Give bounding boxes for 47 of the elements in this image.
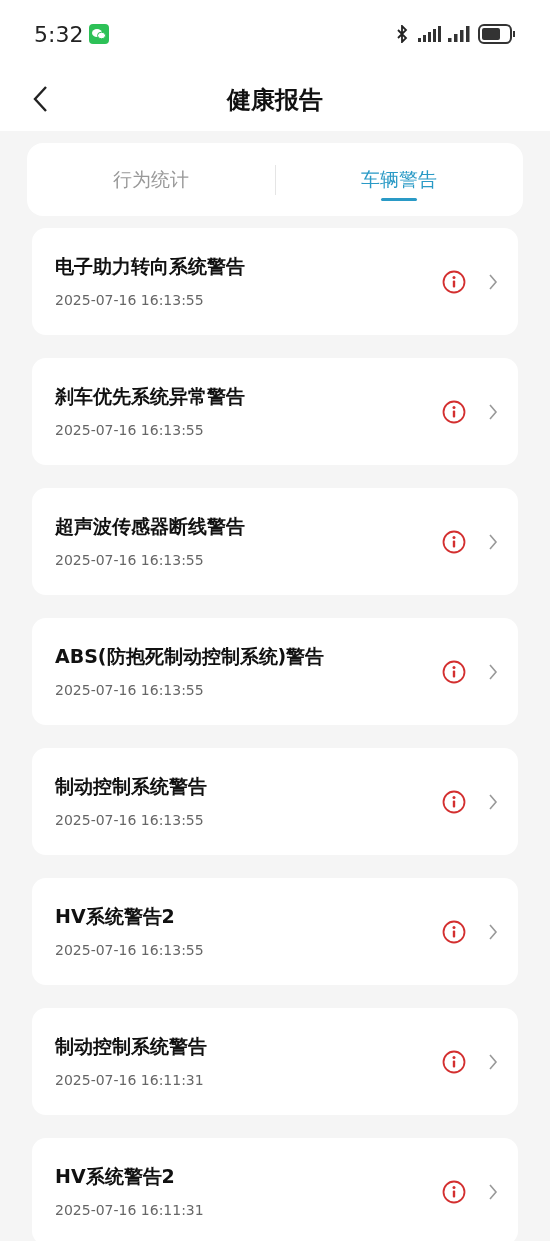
warning-title: ABS(防抱死制动控制系统)警告 [55,643,326,669]
warning-time: 2025-07-16 16:11:31 [55,1070,205,1090]
warning-time: 2025-07-16 16:13:55 [55,290,205,310]
bluetooth-icon [396,25,408,43]
warning-title: 超声波传感器断线警告 [55,513,246,539]
warning-time: 2025-07-16 16:13:55 [55,550,205,570]
warning-title: HV系统警告2 [55,903,176,929]
warning-title: 制动控制系统警告 [55,773,208,799]
info-icon [442,659,466,684]
warning-time: 2025-07-16 16:13:55 [55,420,205,440]
chevron-right-icon [488,662,498,681]
info-icon [442,399,466,424]
chevron-right-icon [488,272,498,291]
warning-time: 2025-07-16 16:11:31 [55,1200,205,1220]
warning-time: 2025-07-16 16:13:55 [55,810,205,830]
warning-card[interactable]: 刹车优先系统异常警告 2025-07-16 16:13:55 [32,358,518,465]
warning-title: 刹车优先系统异常警告 [55,383,246,409]
info-icon [442,529,466,554]
chevron-right-icon [488,1052,498,1071]
info-icon [442,919,466,944]
info-icon [442,1179,466,1204]
signal-icon [448,26,472,42]
warning-card[interactable]: 制动控制系统警告 2025-07-16 16:13:55 [32,748,518,855]
battery-icon [478,24,516,44]
chevron-right-icon [488,402,498,421]
warning-title: HV系统警告2 [55,1163,176,1189]
warning-time: 2025-07-16 16:13:55 [55,680,205,700]
warning-card[interactable]: 超声波传感器断线警告 2025-07-16 16:13:55 [32,488,518,595]
warning-card[interactable]: 制动控制系统警告 2025-07-16 16:11:31 [32,1008,518,1115]
chevron-right-icon [488,922,498,941]
info-icon [442,269,466,294]
warning-card[interactable]: ABS(防抱死制动控制系统)警告 2025-07-16 16:13:55 [32,618,518,725]
info-icon [442,1049,466,1074]
back-icon [32,85,48,113]
warning-time: 2025-07-16 16:13:55 [55,940,205,960]
chevron-right-icon [488,792,498,811]
warning-title: 制动控制系统警告 [55,1033,208,1059]
warning-card[interactable]: HV系统警告2 2025-07-16 16:11:31 [32,1138,518,1241]
warning-card[interactable]: HV系统警告2 2025-07-16 16:13:55 [32,878,518,985]
warning-title: 电子助力转向系统警告 [55,253,246,279]
chevron-right-icon [488,532,498,551]
chevron-right-icon [488,1182,498,1201]
page-title: 健康报告 [227,84,323,116]
info-icon [442,789,466,814]
status-time: 5:32 [34,20,84,49]
warning-card[interactable]: 电子助力转向系统警告 2025-07-16 16:13:55 [32,228,518,335]
chat-app-icon [89,24,110,44]
